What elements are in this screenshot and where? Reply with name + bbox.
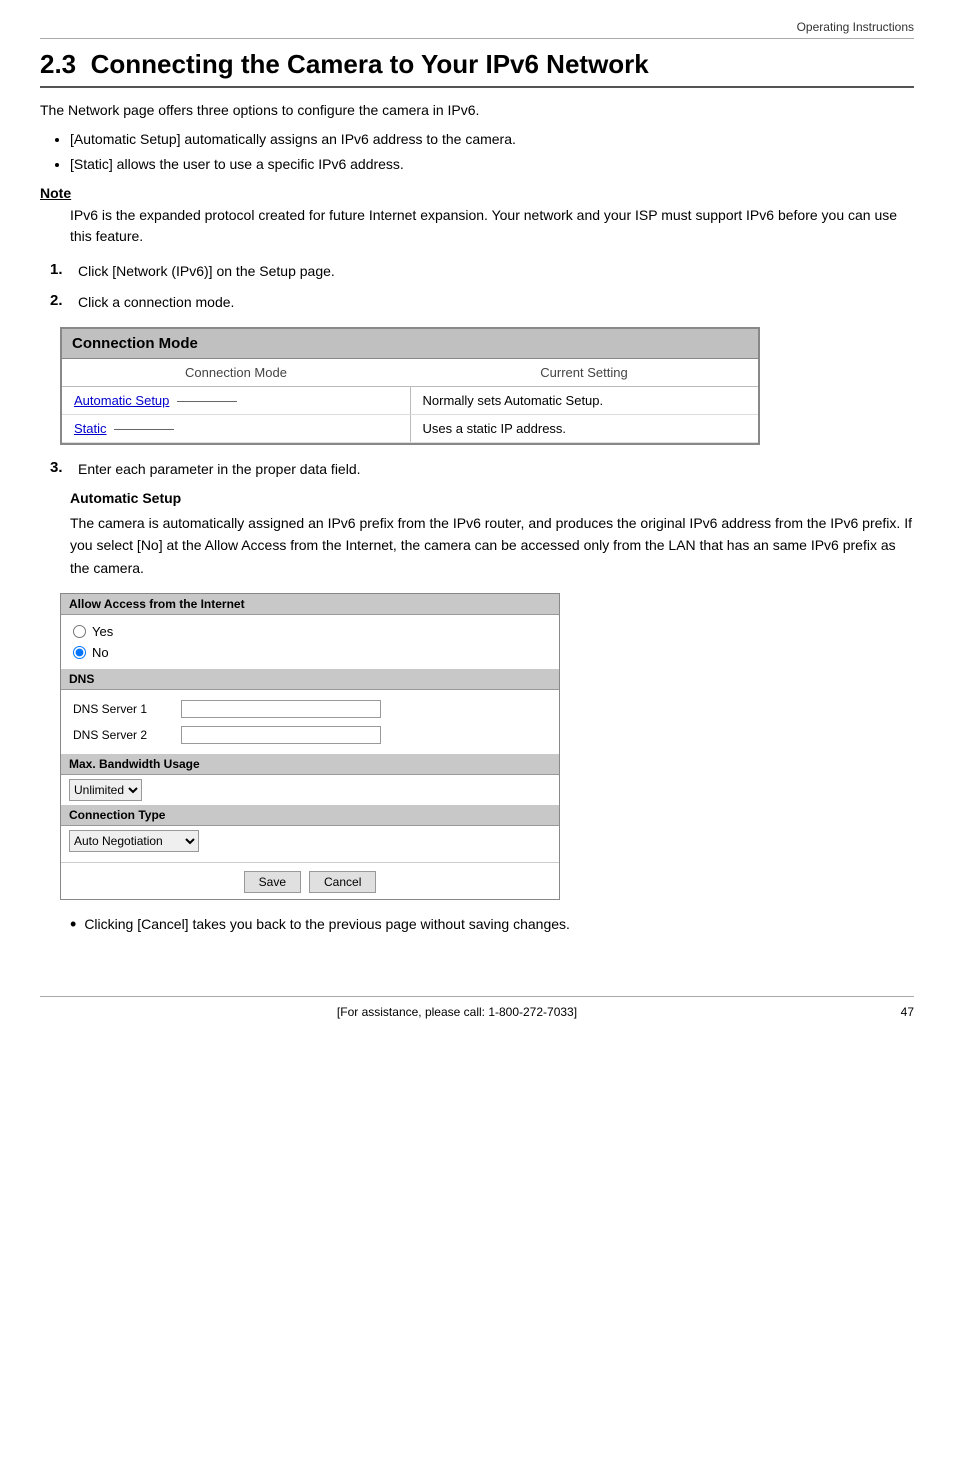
radio-no-label: No [92,645,109,660]
step-3-text: Enter each parameter in the proper data … [78,459,361,480]
page-header-label: Operating Instructions [40,20,914,39]
footer-page-num: 47 [874,1005,914,1019]
bandwidth-select[interactable]: Unlimited [69,779,142,801]
footer-assistance: [For assistance, please call: 1-800-272-… [40,1005,874,1019]
dns-server2-input[interactable] [181,726,381,744]
connection-mode-box: Connection Mode Connection Mode Current … [60,327,760,445]
table-row-auto: Automatic Setup Normally sets Automatic … [62,387,758,415]
radio-no[interactable] [73,646,86,659]
step-1-num: 1. [50,261,70,278]
connection-table: Connection Mode Current Setting Automati… [62,359,758,443]
col-header-setting: Current Setting [410,359,758,387]
table-row-static: Static Uses a static IP address. [62,415,758,443]
step-1-text: Click [Network (IPv6)] on the Setup page… [78,261,335,282]
radio-no-row: No [73,642,547,663]
automatic-setup-link[interactable]: Automatic Setup [74,393,169,408]
dns-server1-label: DNS Server 1 [73,702,173,716]
save-button[interactable]: Save [244,871,301,893]
step-2: 2. Click a connection mode. [50,292,914,313]
section-title: 2.3 Connecting the Camera to Your IPv6 N… [40,49,914,88]
step-3-wrapper: 3. Enter each parameter in the proper da… [50,459,914,480]
conntype-body: Auto Negotiation [61,826,559,856]
note-body: IPv6 is the expanded protocol created fo… [70,205,914,247]
cancel-note-item: • Clicking [Cancel] takes you back to th… [70,914,914,936]
intro-bullets: [Automatic Setup] automatically assigns … [70,129,914,175]
setting-auto: Normally sets Automatic Setup. [410,387,758,415]
step-1: 1. Click [Network (IPv6)] on the Setup p… [50,261,914,282]
radio-yes-label: Yes [92,624,113,639]
conntype-select[interactable]: Auto Negotiation [69,830,199,852]
section-number: 2.3 [40,49,76,79]
radio-yes-row: Yes [73,621,547,642]
form-buttons-row: Save Cancel [61,862,559,899]
dns-header: DNS [61,669,559,690]
auto-setup-title: Automatic Setup [70,490,914,506]
internet-access-body: Yes No [61,615,559,669]
footer: [For assistance, please call: 1-800-272-… [40,996,914,1019]
dns-server2-row: DNS Server 2 [73,722,547,748]
divider-static [114,429,174,430]
bullet-item-1: [Automatic Setup] automatically assigns … [70,129,914,150]
static-link[interactable]: Static [74,421,107,436]
mode-auto-link-cell: Automatic Setup [62,387,410,415]
section-heading: Connecting the Camera to Your IPv6 Netwo… [91,49,649,79]
bandwidth-body: Unlimited [61,775,559,805]
internet-access-header: Allow Access from the Internet [61,594,559,615]
step-2-text: Click a connection mode. [78,292,234,313]
dns-server1-input[interactable] [181,700,381,718]
step-3: 3. Enter each parameter in the proper da… [50,459,914,480]
step-2-num: 2. [50,292,70,309]
bullet-dot: • [70,914,76,936]
col-header-mode: Connection Mode [62,359,410,387]
divider-auto [177,401,237,402]
steps-list: 1. Click [Network (IPv6)] on the Setup p… [50,261,914,313]
cancel-button[interactable]: Cancel [309,871,376,893]
conntype-header: Connection Type [61,805,559,826]
setup-form-box: Allow Access from the Internet Yes No DN… [60,593,560,900]
note-section: Note IPv6 is the expanded protocol creat… [40,185,914,247]
bandwidth-header: Max. Bandwidth Usage [61,754,559,775]
bullet-item-2: [Static] allows the user to use a specif… [70,154,914,175]
intro-text: The Network page offers three options to… [40,100,914,121]
note-title: Note [40,185,914,201]
cancel-note-text: Clicking [Cancel] takes you back to the … [84,914,570,936]
dns-server1-row: DNS Server 1 [73,696,547,722]
dns-server2-label: DNS Server 2 [73,728,173,742]
connection-mode-header: Connection Mode [62,329,758,359]
radio-yes[interactable] [73,625,86,638]
mode-static-link-cell: Static [62,415,410,443]
dns-body: DNS Server 1 DNS Server 2 [61,690,559,754]
step-3-num: 3. [50,459,70,476]
setting-static: Uses a static IP address. [410,415,758,443]
auto-setup-body: The camera is automatically assigned an … [70,512,914,579]
